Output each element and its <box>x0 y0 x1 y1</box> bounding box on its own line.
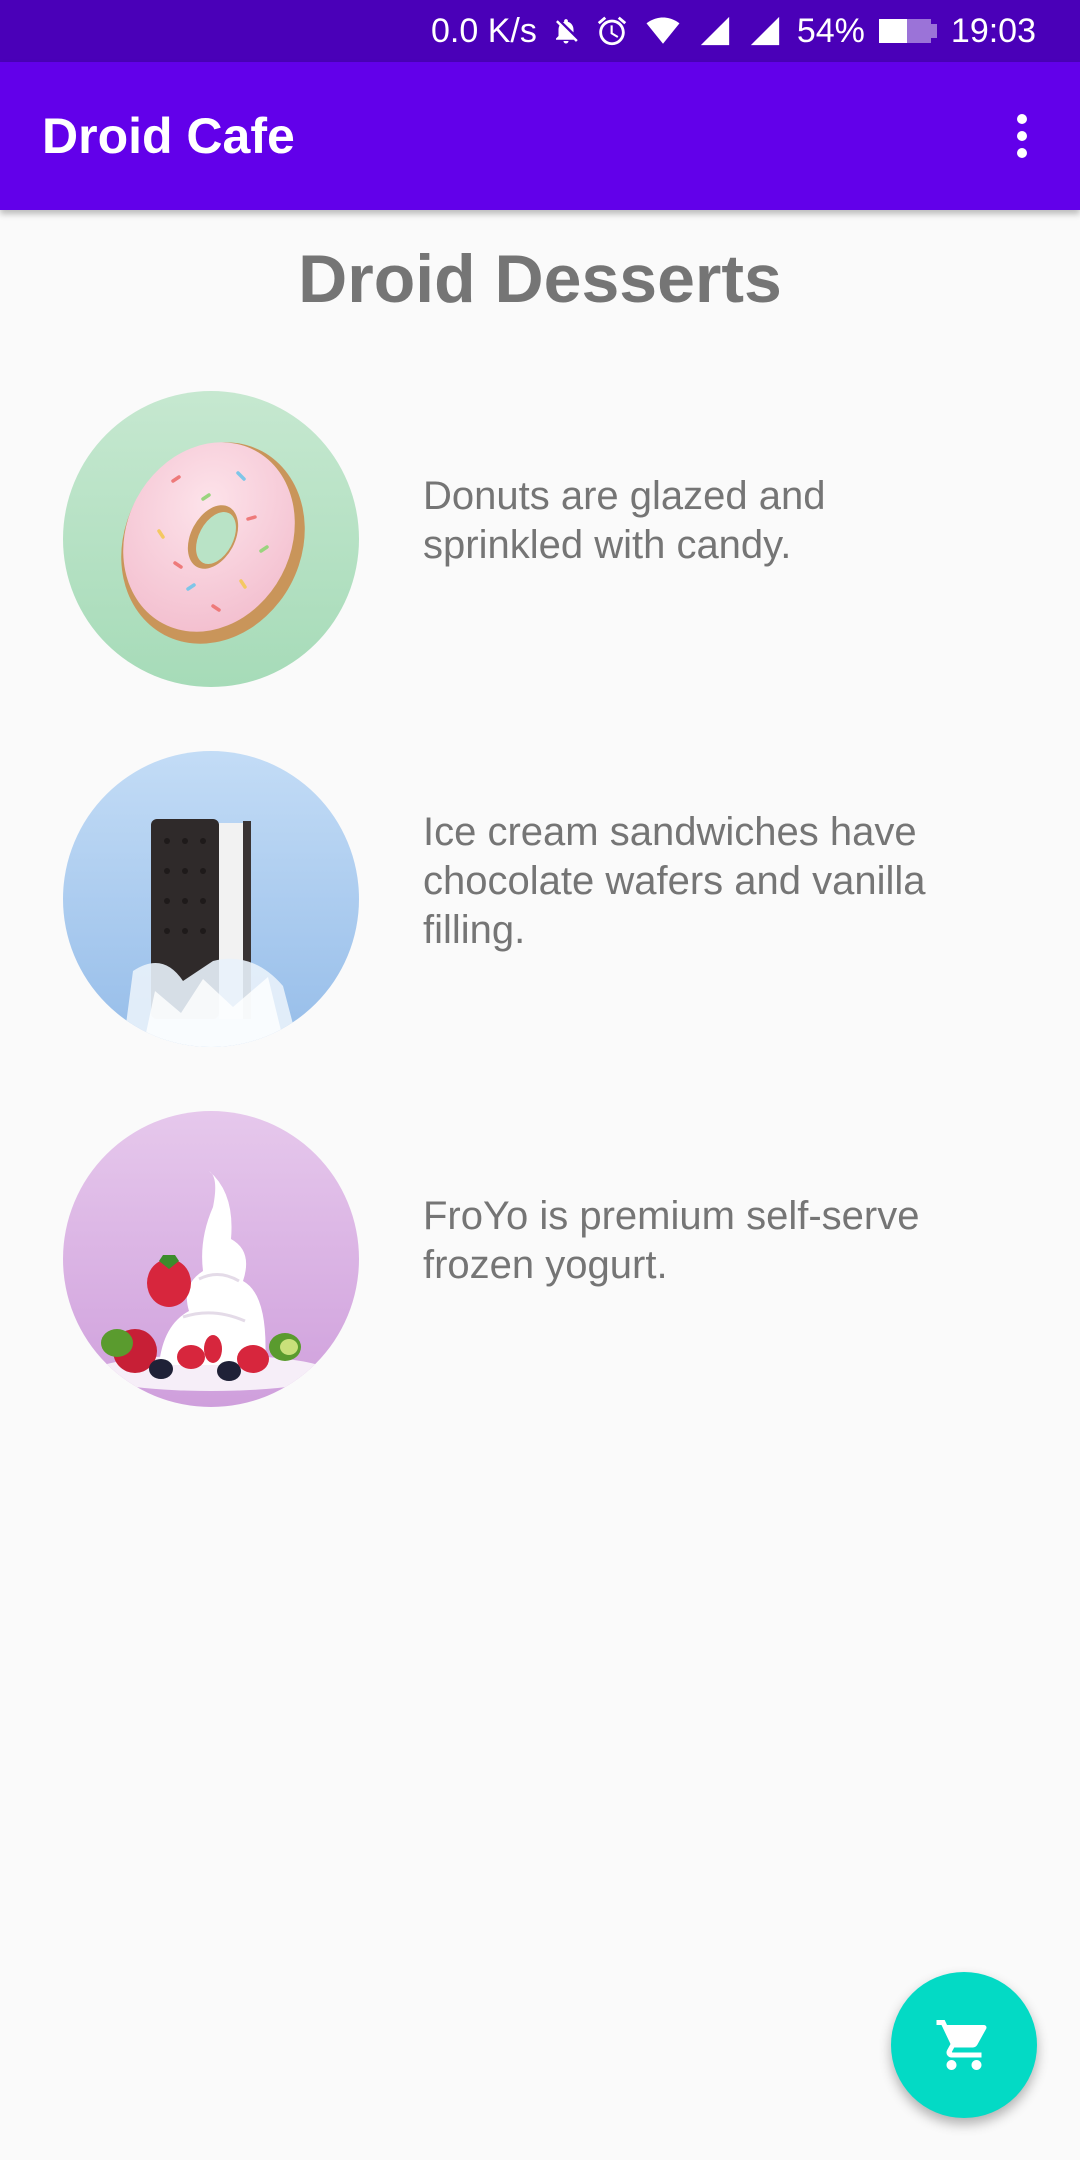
app-title: Droid Cafe <box>42 108 295 164</box>
dessert-description: Ice cream sandwiches have chocolate wafe… <box>423 809 926 952</box>
alarm-icon <box>595 11 629 51</box>
donut-image[interactable] <box>63 391 359 687</box>
page-title: Droid Desserts <box>298 241 782 317</box>
ice-cream-sandwich-image[interactable] <box>63 751 359 1047</box>
more-vert-icon[interactable] <box>990 96 1054 176</box>
app-bar: Droid Cafe <box>0 62 1080 210</box>
clock: 19:03 <box>950 11 1036 50</box>
dessert-item-donut: Donuts are glazed and sprinkled with can… <box>63 391 1017 687</box>
battery-icon <box>878 19 937 43</box>
network-speed: 0.0 K/s <box>431 11 537 50</box>
shopping-cart-icon <box>936 2020 987 2070</box>
wifi-icon <box>643 11 683 51</box>
dessert-item-froyo: FroYo is premium self-serve frozen yogur… <box>63 1111 1017 1407</box>
dessert-item-ice-cream-sandwich: Ice cream sandwiches have chocolate wafe… <box>63 751 1017 1047</box>
signal-icon <box>747 11 783 51</box>
status-bar: 0.0 K/s 54% 19:03 <box>0 0 1080 62</box>
notifications-off-icon <box>551 11 581 51</box>
froyo-image[interactable] <box>63 1111 359 1407</box>
dessert-description: Donuts are glazed and sprinkled with can… <box>423 474 826 567</box>
dessert-description: FroYo is premium self-serve frozen yogur… <box>423 1194 920 1287</box>
cart-button[interactable] <box>891 1972 1037 2118</box>
signal-icon <box>697 11 733 51</box>
battery-percent: 54% <box>796 11 865 50</box>
